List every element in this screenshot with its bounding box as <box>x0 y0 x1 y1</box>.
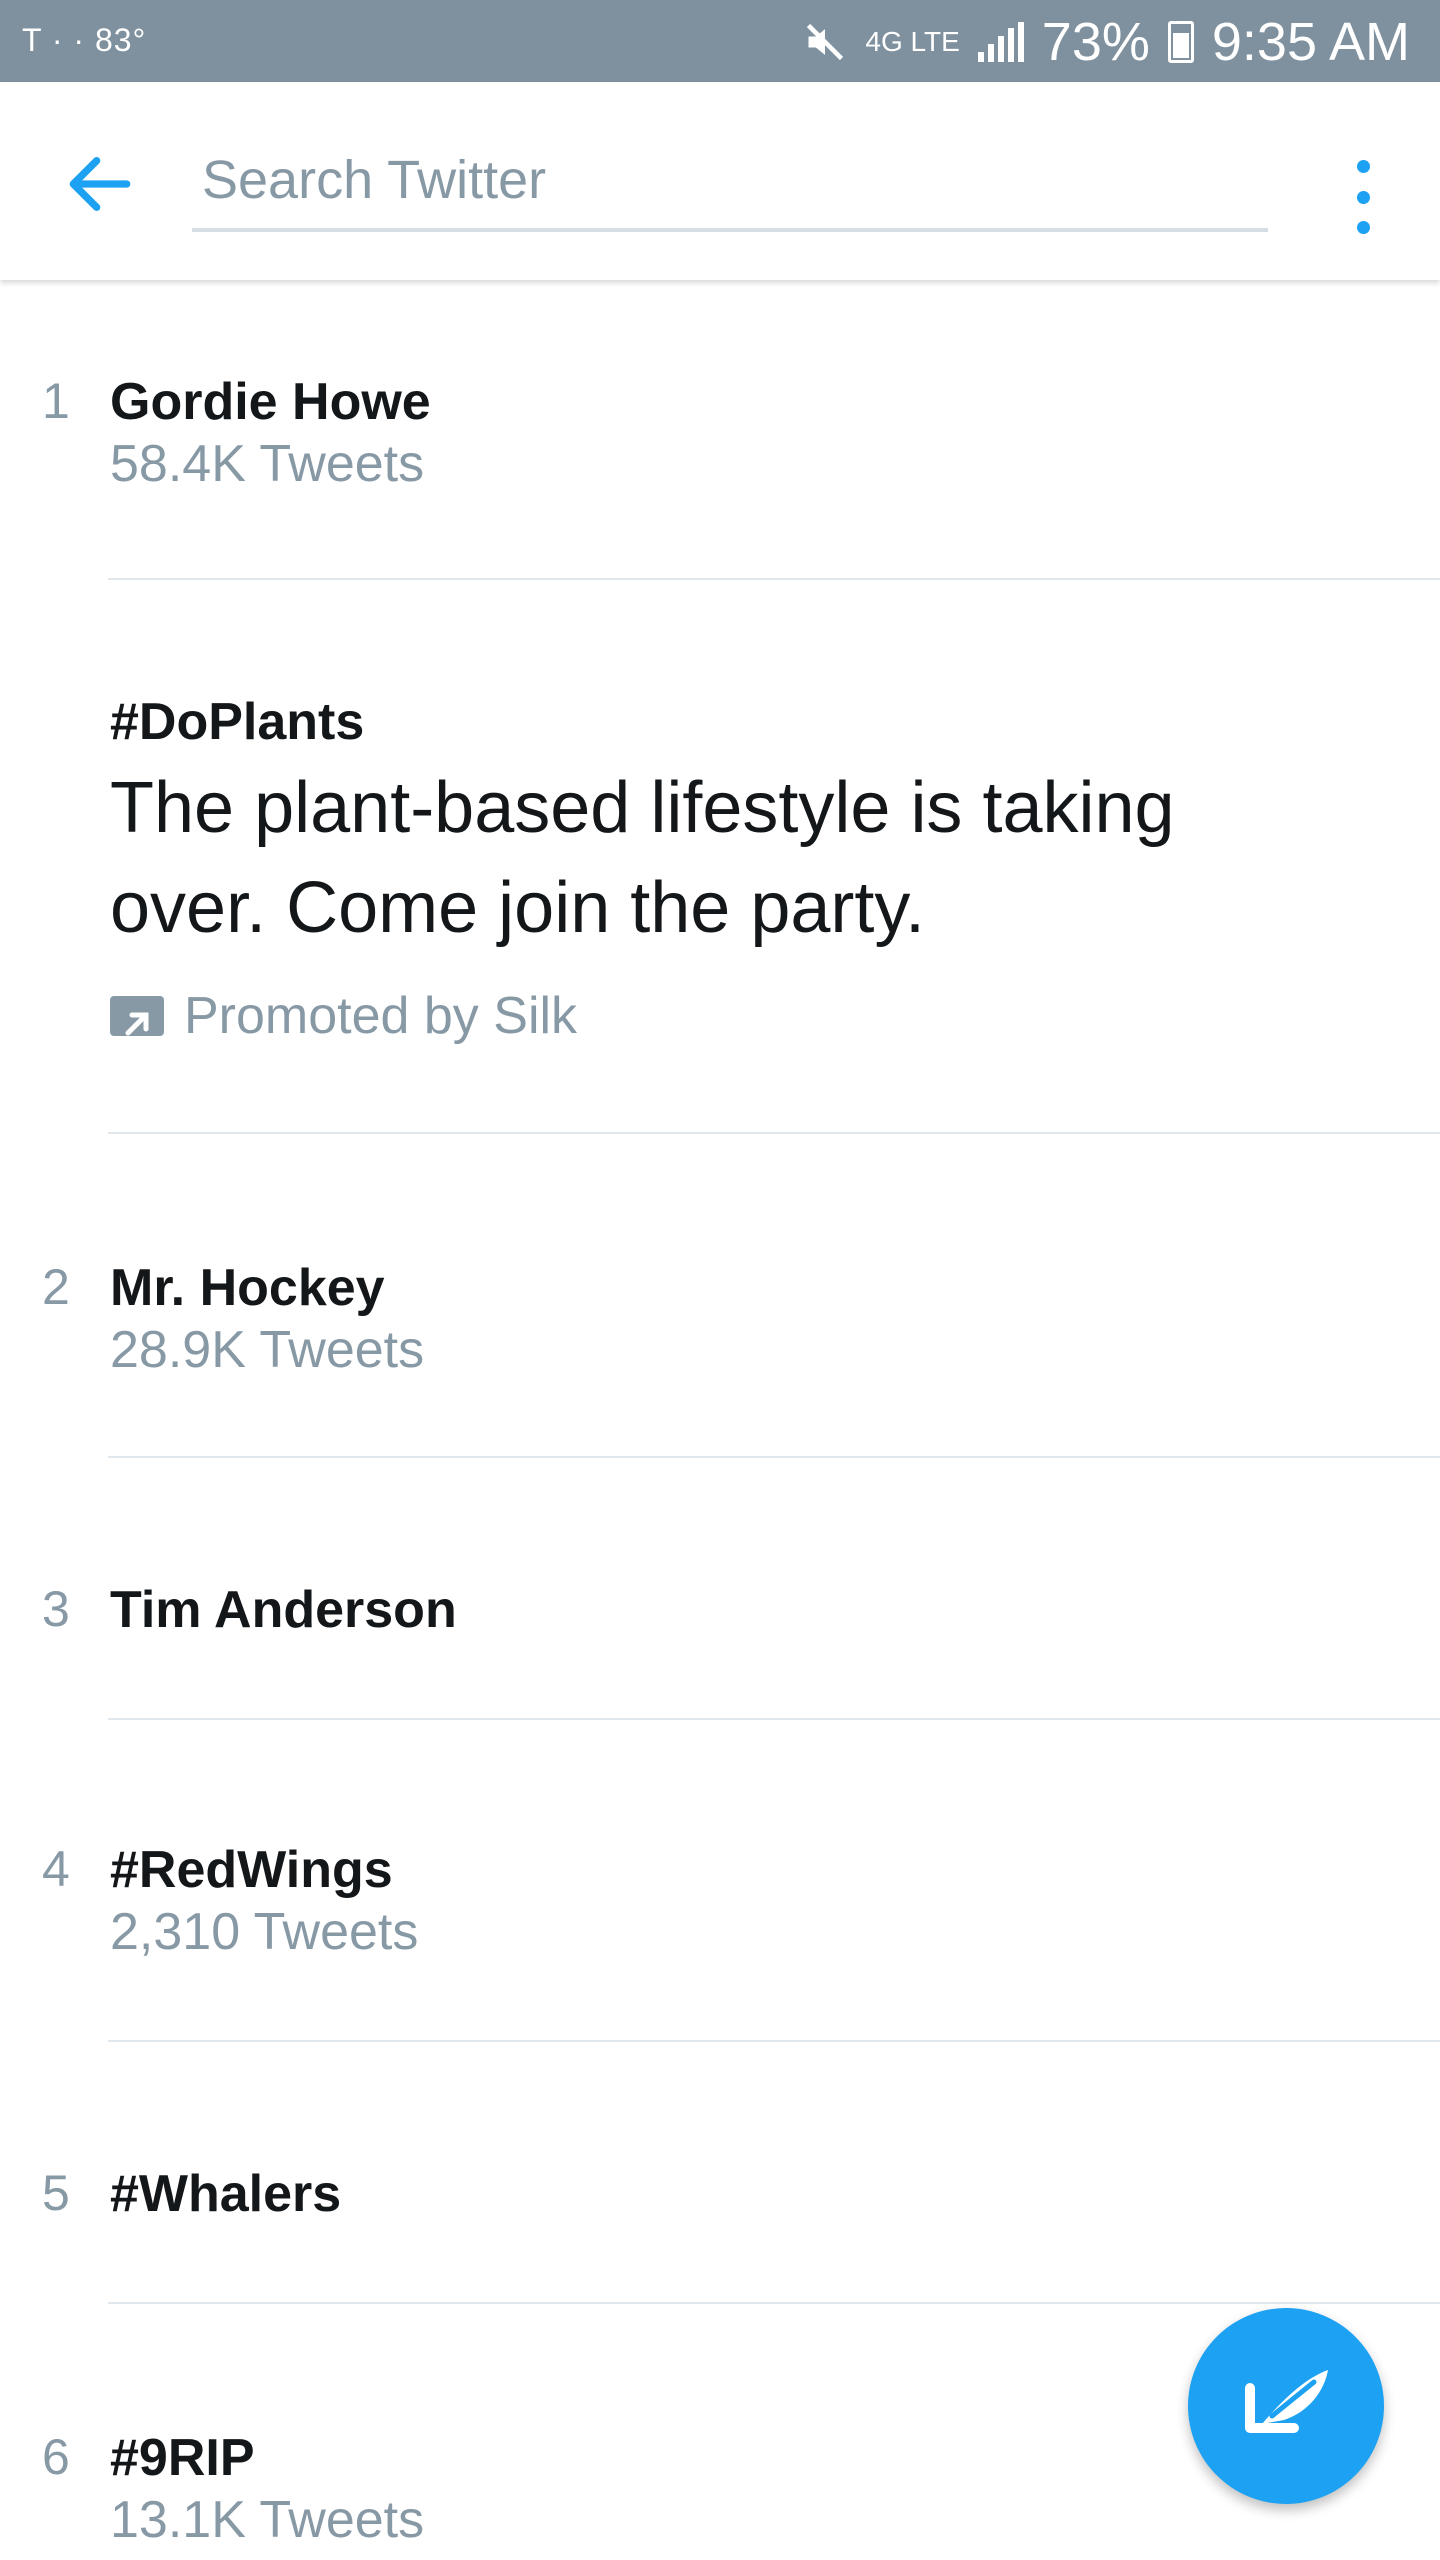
status-bar: T · · 83° 4G LTE 73% 9:35 AM <box>0 0 1440 82</box>
arrow-left-icon <box>69 157 131 211</box>
trend-item[interactable]: 1 Gordie Howe 58.4K Tweets <box>0 280 1440 580</box>
back-button[interactable] <box>60 144 140 224</box>
more-options-button[interactable] <box>1336 152 1390 242</box>
trend-count: 2,310 Tweets <box>110 1903 419 1961</box>
trend-name: Mr. Hockey <box>110 1259 385 1317</box>
promoted-icon <box>110 996 164 1036</box>
battery-icon <box>1167 21 1194 63</box>
trend-rank: 4 <box>42 1841 70 1897</box>
search-input[interactable] <box>192 132 1268 232</box>
carrier-temp: T · · 83° <box>22 22 147 58</box>
search-toolbar <box>0 82 1440 280</box>
signal-icon <box>977 22 1024 62</box>
trend-item[interactable]: 4 #RedWings 2,310 Tweets <box>0 1720 1440 2042</box>
trend-item[interactable]: 5 #Whalers <box>0 2042 1440 2304</box>
trend-item[interactable]: 2 Mr. Hockey 28.9K Tweets <box>0 1134 1440 1458</box>
trend-name: #DoPlants <box>110 693 365 751</box>
trend-count: 58.4K Tweets <box>110 435 425 493</box>
more-vertical-icon <box>1356 160 1370 173</box>
promoted-description: The plant-based lifestyle is taking over… <box>110 768 1175 948</box>
mute-icon <box>807 23 844 61</box>
trend-count: 13.1K Tweets <box>110 2491 425 2549</box>
trend-name: Gordie Howe <box>110 373 431 431</box>
trend-rank: 3 <box>42 1581 70 1637</box>
trend-rank: 6 <box>42 2429 70 2485</box>
trend-name: #Whalers <box>110 2165 342 2223</box>
battery-percent: 73% <box>1041 12 1150 72</box>
status-icons: 4G LTE 73% 9:35 AM <box>803 12 1410 72</box>
trend-name: Tim Anderson <box>110 1581 457 1639</box>
clock: 9:35 AM <box>1211 12 1410 72</box>
trend-count: 28.9K Tweets <box>110 1321 425 1379</box>
trend-item[interactable]: 3 Tim Anderson <box>0 1458 1440 1720</box>
promoted-trend-item[interactable]: #DoPlants The plant-based lifestyle is t… <box>0 580 1440 1134</box>
trend-rank: 5 <box>42 2165 70 2221</box>
compose-tweet-icon <box>1245 2370 1328 2433</box>
promoted-by-line: Promoted by Silk <box>110 986 577 1046</box>
network-type: 4G LTE <box>865 26 960 57</box>
promoted-by-text: Promoted by Silk <box>184 987 578 1045</box>
compose-tweet-button[interactable] <box>1188 2308 1384 2504</box>
trend-name: #RedWings <box>110 1841 393 1899</box>
trend-rank: 2 <box>42 1259 70 1315</box>
trend-rank: 1 <box>42 373 70 429</box>
trend-name: #9RIP <box>110 2429 255 2487</box>
